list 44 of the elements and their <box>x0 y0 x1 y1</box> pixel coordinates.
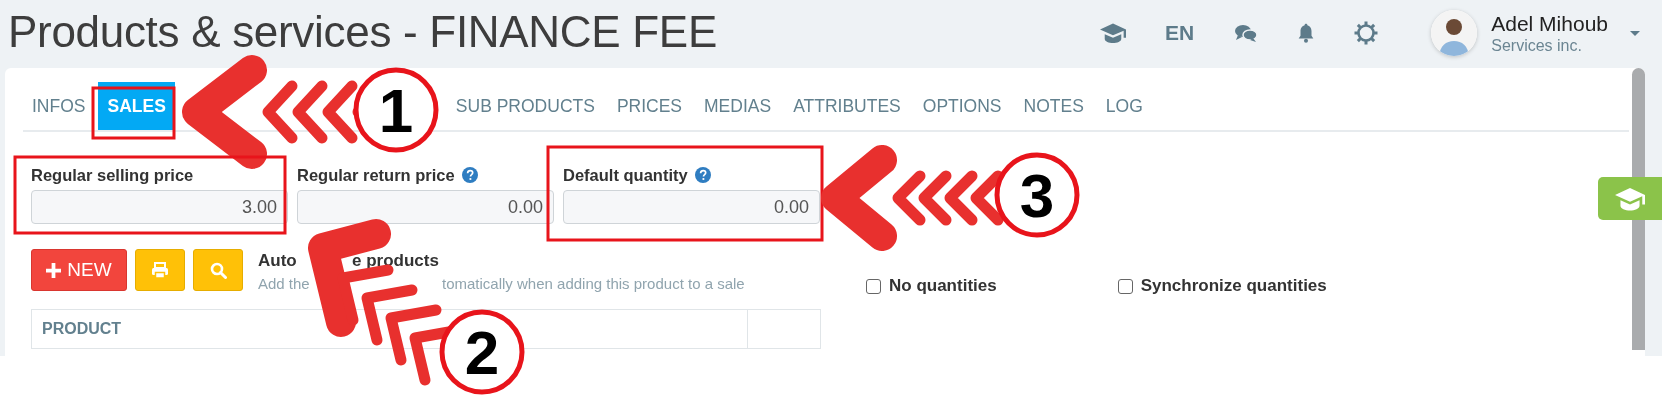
user-name: Adel Mihoub <box>1491 11 1608 35</box>
section-title: Auto <box>258 251 298 269</box>
section-hint: Add the <box>258 275 311 291</box>
chat-bubbles-icon[interactable] <box>1234 22 1259 44</box>
help-icon[interactable] <box>461 167 478 183</box>
input-field[interactable]: 0.00 <box>563 190 820 224</box>
page-title: Products & services - FINANCE FEE <box>8 7 717 57</box>
plus-icon <box>46 262 62 278</box>
tab[interactable]: LOG <box>1096 82 1152 130</box>
section-title: e products <box>352 251 439 269</box>
tab[interactable]: SUB PRODUCTS <box>446 82 604 130</box>
checkbox[interactable] <box>1117 278 1133 294</box>
field-label: Regular return price <box>297 165 455 185</box>
help-tab[interactable] <box>1598 177 1662 220</box>
print-button[interactable] <box>135 249 185 291</box>
search-button[interactable] <box>193 249 243 291</box>
language-button[interactable]: EN <box>1165 21 1195 45</box>
input-field[interactable]: 3.00 <box>31 190 288 224</box>
tab[interactable]: OPTIONS <box>913 82 1011 130</box>
tab[interactable]: INFOS <box>23 82 95 130</box>
new-button[interactable]: NEW <box>31 249 127 291</box>
tab[interactable]: NOTES <box>1014 82 1093 130</box>
checkbox-label: Synchronize quantities <box>1140 276 1327 296</box>
column-header: PRODUCT <box>41 319 123 339</box>
checkbox-label: No quantities <box>889 276 997 296</box>
tab[interactable]: PRICES <box>607 82 692 130</box>
company-name: Services inc. <box>1491 36 1583 55</box>
step-number: 1 <box>378 76 414 145</box>
step-number: 2 <box>464 318 500 387</box>
step-number: 3 <box>1019 161 1055 230</box>
section-hint: tomatically when adding this product to a sale <box>442 275 745 291</box>
field-label: Regular selling price <box>31 165 194 185</box>
field-label: Default quantity <box>563 165 688 185</box>
search-icon <box>209 261 227 279</box>
settings-icon[interactable] <box>1354 21 1379 45</box>
tab[interactable]: SALES <box>98 82 175 130</box>
help-icon[interactable] <box>694 167 711 183</box>
input-field[interactable]: 0.00 <box>297 190 554 224</box>
tab[interactable]: ATTRIBUTES <box>784 82 910 130</box>
printer-icon <box>151 261 169 279</box>
tab[interactable]: MEDIAS <box>695 82 781 130</box>
avatar <box>1431 10 1478 56</box>
caret-icon <box>1630 30 1640 36</box>
checkbox[interactable] <box>866 278 881 294</box>
